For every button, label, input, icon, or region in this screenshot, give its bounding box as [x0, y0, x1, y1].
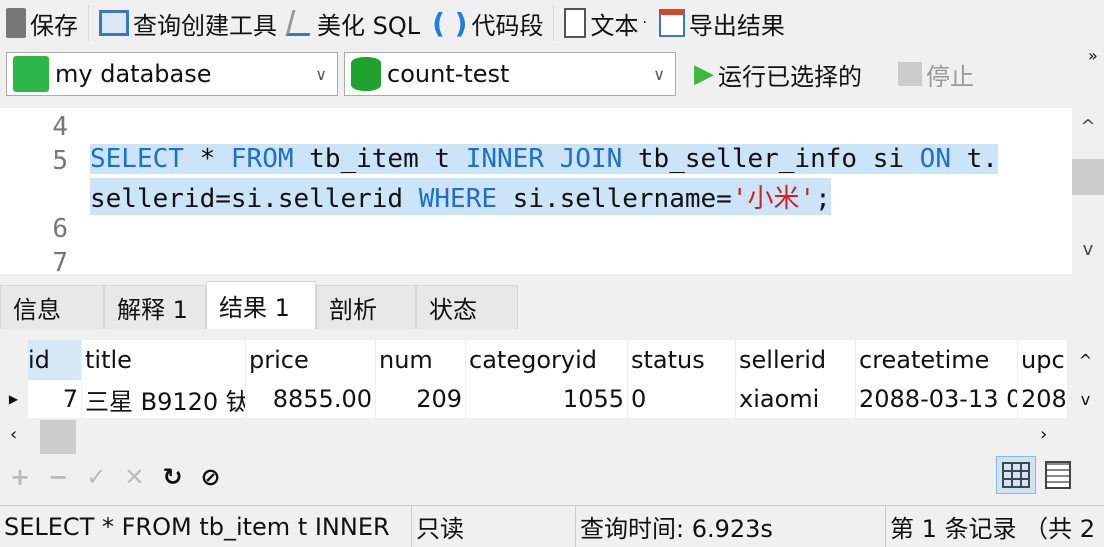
chevron-down-icon: ∨ — [653, 64, 665, 84]
chevron-left-icon[interactable]: ‹ — [10, 424, 17, 445]
status-record: 第 1 条记录 （共 2 — [890, 515, 1096, 543]
add-record-icon[interactable]: + — [10, 463, 30, 491]
code-snippet-button[interactable]: ( ) 代码段 — [426, 6, 549, 41]
column-header[interactable]: upc — [1018, 340, 1068, 380]
grid-header: id title price num categoryid status sel… — [0, 340, 1104, 380]
chevron-right-icon[interactable]: › — [1040, 424, 1047, 445]
column-header[interactable]: categoryid — [466, 340, 628, 380]
code-line-5a: SELECT * FROM tb_item t INNER JOIN tb_se… — [90, 144, 998, 174]
editor-vertical-scrollbar[interactable]: ^ v — [1072, 108, 1104, 274]
more-overflow-button[interactable]: » — [1088, 46, 1098, 65]
tab-status[interactable]: 状态 — [416, 285, 518, 329]
database-select[interactable]: my database ∨ — [6, 52, 338, 96]
tab-explain[interactable]: 解释 1 — [104, 285, 206, 329]
scroll-thumb[interactable] — [1072, 159, 1104, 195]
column-header[interactable]: sellerid — [736, 340, 856, 380]
tab-profile[interactable]: 剖析 — [316, 285, 416, 329]
main-toolbar: 保存 查询创建工具 美化 SQL ( ) 代码段 文本 · 导出结果 — [0, 0, 791, 46]
tab-info[interactable]: 信息 — [0, 285, 104, 329]
result-tabs: 信息 解释 1 结果 1 剖析 状态 — [0, 281, 518, 329]
export-icon — [658, 9, 685, 37]
code-line-5b: sellerid=si.sellerid WHERE si.sellername… — [90, 178, 831, 215]
status-sql: SELECT * FROM tb_item t INNER — [0, 506, 412, 547]
column-header[interactable]: status — [628, 340, 736, 380]
tab-result[interactable]: 结果 1 — [206, 281, 316, 329]
column-header[interactable]: id — [0, 340, 82, 380]
export-results-button[interactable]: 导出结果 — [653, 6, 791, 41]
text-button[interactable]: 文本 · — [558, 6, 652, 41]
beautify-icon — [285, 10, 317, 36]
status-bar: SELECT * FROM tb_item t INNER 只读 查询时间: 6… — [0, 505, 1104, 547]
query-builder-button[interactable]: 查询创建工具 — [93, 6, 283, 41]
chevron-down-icon: ∨ — [315, 64, 327, 84]
column-header[interactable]: num — [376, 340, 466, 380]
save-button[interactable]: 保存 — [0, 6, 84, 41]
delete-record-icon[interactable]: − — [48, 463, 68, 491]
schema-select[interactable]: count-test ∨ — [344, 52, 676, 96]
play-icon: ▶ — [694, 59, 714, 89]
stop-icon — [898, 62, 922, 86]
grid-toolbar: + − ✓ ✕ ↻ ⊘ — [10, 458, 221, 496]
scroll-thumb[interactable] — [40, 420, 76, 454]
sql-editor[interactable]: 4 5 6 7 SELECT * FROM tb_item t INNER JO… — [0, 108, 1072, 274]
grid-view-button[interactable] — [996, 456, 1036, 494]
grid-horizontal-scrollbar[interactable]: ‹ › — [0, 420, 1070, 454]
result-grid: id title price num categoryid status sel… — [0, 330, 1104, 455]
status-readonly: 只读 — [412, 506, 576, 547]
discard-changes-icon[interactable]: ✕ — [124, 463, 144, 491]
column-header[interactable]: createtime — [856, 340, 1018, 380]
column-header[interactable]: price — [246, 340, 376, 380]
grid-icon — [1002, 462, 1030, 488]
column-header[interactable]: title — [82, 340, 246, 380]
database-icon — [351, 57, 381, 91]
chevron-up-icon[interactable]: ^ — [1072, 116, 1104, 137]
document-icon — [564, 8, 587, 38]
stop-button[interactable]: 停止 — [892, 54, 980, 94]
chevron-down-icon[interactable]: v — [1068, 380, 1104, 418]
status-query-time: 查询时间: 6.923s — [576, 506, 886, 547]
apply-changes-icon[interactable]: ✓ — [86, 463, 106, 491]
snippet-icon: ( ) — [432, 6, 468, 40]
save-icon — [6, 8, 26, 38]
form-view-icon — [1045, 461, 1071, 489]
stop-query-icon[interactable]: ⊘ — [201, 463, 221, 491]
mysql-icon — [13, 56, 49, 92]
row-pointer-icon: ▶ — [0, 380, 28, 418]
beautify-sql-button[interactable]: 美化 SQL — [283, 6, 426, 41]
run-selected-button[interactable]: ▶ 运行已选择的 — [688, 54, 868, 94]
refresh-icon[interactable]: ↻ — [162, 463, 182, 491]
form-view-button[interactable] — [1040, 456, 1076, 494]
query-builder-icon — [99, 10, 129, 36]
chevron-up-icon[interactable]: ^ — [1068, 340, 1104, 380]
table-row[interactable]: ▶ 7 三星 B9120 钛 8855.00 209 1055 0 xiaomi… — [0, 380, 1104, 418]
chevron-down-icon[interactable]: v — [1072, 239, 1104, 260]
